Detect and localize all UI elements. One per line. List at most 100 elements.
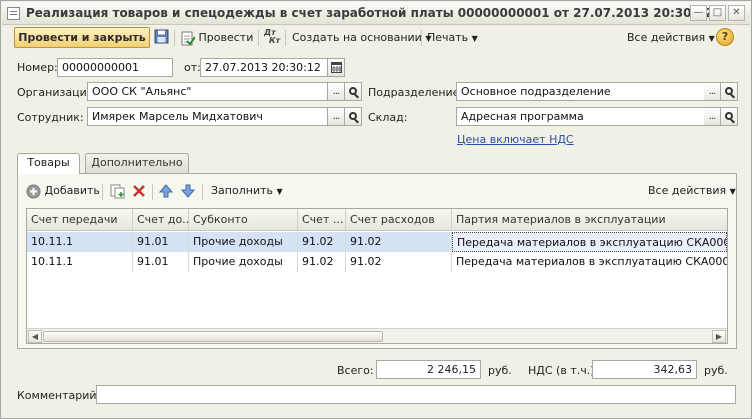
- number-field[interactable]: 00000000001: [57, 58, 173, 77]
- column-header[interactable]: Партия материалов в эксплуатации: [452, 209, 727, 231]
- column-header[interactable]: Счет расходов: [346, 209, 452, 231]
- all-actions-label: Все действия: [627, 31, 706, 44]
- number-label: Номер:: [17, 61, 58, 74]
- save-icon[interactable]: [154, 29, 169, 47]
- search-icon: [725, 87, 733, 95]
- comment-label: Комментарий:: [17, 389, 101, 402]
- department-label: Подразделение:: [368, 86, 464, 99]
- vat-amount: 342,63: [592, 360, 697, 379]
- chevron-down-icon: ▼: [471, 34, 478, 43]
- title-bar: Реализация товаров и спецодежды в счет з…: [2, 2, 750, 25]
- toolbar-separator: [285, 30, 286, 46]
- organization-label: Организация:: [17, 86, 98, 99]
- print-menu[interactable]: Печать ▼: [427, 29, 478, 47]
- employee-open-button[interactable]: [345, 107, 362, 126]
- minimize-icon[interactable]: —: [690, 5, 707, 21]
- comment-field[interactable]: [96, 385, 736, 404]
- table-cell[interactable]: 91.02: [298, 252, 346, 272]
- column-header[interactable]: Субконто: [189, 209, 298, 231]
- vat-currency: руб.: [704, 364, 728, 377]
- table-cell[interactable]: 91.01: [133, 252, 189, 272]
- price-includes-vat-link[interactable]: Цена включает НДС: [457, 133, 574, 146]
- toolbar-separator: [258, 30, 259, 46]
- create-based-menu[interactable]: Создать на основании ▼: [292, 29, 432, 47]
- add-icon: [26, 184, 41, 198]
- help-icon[interactable]: ?: [716, 28, 734, 46]
- column-header[interactable]: Счет ...: [298, 209, 346, 231]
- warehouse-open-button[interactable]: [721, 107, 738, 126]
- toolbar-separator: [102, 184, 103, 200]
- table-row[interactable]: 10.11.1 91.01 Прочие доходы 91.02 91.02 …: [27, 232, 727, 252]
- horizontal-scrollbar[interactable]: ◀ ▶: [27, 328, 727, 343]
- table-row[interactable]: 10.11.1 91.01 Прочие доходы 91.02 91.02 …: [27, 252, 727, 272]
- total-amount: 2 246,15: [376, 360, 481, 379]
- chevron-down-icon: ▼: [729, 187, 736, 196]
- main-toolbar: Провести и закрыть Провести Дт Кт Создат…: [1, 26, 751, 50]
- table-cell[interactable]: 91.01: [133, 232, 189, 252]
- document-window: Реализация товаров и спецодежды в счет з…: [0, 0, 752, 419]
- column-header[interactable]: Счет передачи: [27, 209, 133, 231]
- total-label: Всего:: [337, 364, 374, 377]
- tab-goods[interactable]: Товары: [17, 153, 80, 174]
- organization-field[interactable]: ООО СК "Альянс": [87, 82, 328, 101]
- table-all-actions-menu[interactable]: Все действия ▼: [648, 182, 736, 200]
- organization-select-button[interactable]: ...: [328, 82, 345, 101]
- dt-kt-postings-icon[interactable]: Дт Кт: [264, 29, 282, 47]
- department-select-button[interactable]: ...: [704, 82, 721, 101]
- goods-tab-panel: Добавить Заполнить ▼ Все действия ▼ Счет…: [17, 173, 737, 349]
- table-cell[interactable]: 91.02: [346, 232, 452, 252]
- table-cell[interactable]: Передача материалов в эксплуатацию СКА00…: [452, 232, 727, 252]
- total-currency: руб.: [488, 364, 512, 377]
- table-cell[interactable]: 91.02: [298, 232, 346, 252]
- table-cell[interactable]: Передача материалов в эксплуатацию СКА00…: [452, 252, 727, 272]
- window-title: Реализация товаров и спецодежды в счет з…: [26, 6, 713, 20]
- print-label: Печать: [427, 31, 469, 44]
- date-field[interactable]: 27.07.2013 20:30:12: [200, 58, 328, 77]
- table-cell[interactable]: 91.02: [346, 252, 452, 272]
- scroll-left-icon[interactable]: ◀: [28, 330, 42, 343]
- delete-row-icon[interactable]: [132, 182, 146, 200]
- table-cell[interactable]: 10.11.1: [27, 252, 133, 272]
- add-row-button[interactable]: Добавить: [26, 182, 100, 200]
- maximize-icon[interactable]: □: [709, 5, 726, 21]
- tab-additional[interactable]: Дополнительно: [85, 153, 189, 173]
- warehouse-select-button[interactable]: ...: [704, 107, 721, 126]
- department-open-button[interactable]: [721, 82, 738, 101]
- warehouse-field[interactable]: Адресная программа: [456, 107, 721, 126]
- table-cell[interactable]: 10.11.1: [27, 232, 133, 252]
- post-button[interactable]: Провести: [181, 29, 253, 47]
- scroll-right-icon[interactable]: ▶: [712, 330, 726, 343]
- search-icon: [349, 87, 357, 95]
- all-actions-menu[interactable]: Все действия ▼: [627, 29, 715, 47]
- close-icon[interactable]: ✕: [728, 5, 745, 21]
- warehouse-label: Склад:: [368, 111, 408, 124]
- calendar-icon[interactable]: [328, 58, 345, 77]
- scrollbar-thumb[interactable]: [43, 331, 383, 342]
- employee-select-button[interactable]: ...: [328, 107, 345, 126]
- toolbar-separator: [174, 30, 175, 46]
- fill-menu[interactable]: Заполнить ▼: [211, 182, 283, 200]
- table-cell[interactable]: Прочие доходы: [189, 252, 298, 272]
- organization-open-button[interactable]: [345, 82, 362, 101]
- chevron-down-icon: ▼: [276, 187, 283, 196]
- department-field[interactable]: Основное подразделение: [456, 82, 721, 101]
- add-row-label: Добавить: [44, 184, 100, 197]
- employee-field[interactable]: Имярек Марсель Мидхатович: [87, 107, 328, 126]
- column-header[interactable]: Счет до...: [133, 209, 189, 231]
- kt-label: Кт: [269, 36, 281, 45]
- post-button-label: Провести: [198, 31, 254, 44]
- move-down-icon[interactable]: [181, 182, 195, 200]
- table-toolbar: Добавить Заполнить ▼ Все действия ▼: [18, 180, 736, 202]
- search-icon: [725, 112, 733, 120]
- chevron-down-icon: ▼: [708, 34, 715, 43]
- table-cell[interactable]: Прочие доходы: [189, 232, 298, 252]
- date-label: от:: [184, 61, 201, 74]
- copy-row-icon[interactable]: [110, 182, 125, 200]
- move-up-icon[interactable]: [159, 182, 173, 200]
- toolbar-separator: [421, 30, 422, 46]
- table-header: Счет передачи Счет до... Субконто Счет .…: [27, 209, 727, 231]
- post-document-icon: [181, 31, 195, 46]
- post-and-close-button[interactable]: Провести и закрыть: [14, 27, 150, 48]
- goods-table[interactable]: Счет передачи Счет до... Субконто Счет .…: [26, 208, 728, 344]
- table-all-actions-label: Все действия: [648, 184, 727, 197]
